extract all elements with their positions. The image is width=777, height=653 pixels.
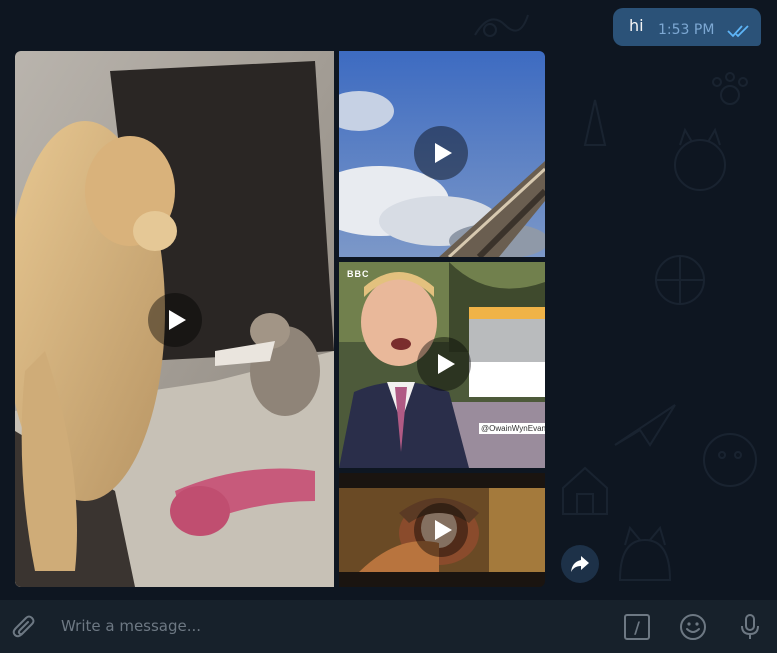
message-text: hi [629,16,644,35]
message-input[interactable] [52,608,592,644]
microphone-icon[interactable] [736,613,764,641]
video-thumbnail-dog-cat[interactable] [15,51,334,587]
play-icon[interactable] [414,126,468,180]
channel-tag: BBC [347,269,370,279]
message-composer: / [0,600,777,653]
media-album: BBC @OwainWynEvans [15,51,545,587]
doodle-cat-icon [660,120,740,204]
play-icon[interactable] [417,337,471,391]
double-check-icon [727,23,751,42]
video-thumbnail-weather[interactable]: BBC @OwainWynEvans [339,262,545,468]
doodle-plane-icon [610,400,680,454]
presenter-handle: @OwainWynEvans [479,423,545,434]
message-time: 1:53 PM [658,22,715,38]
outgoing-message-bubble[interactable]: hi 1:53 PM [613,8,761,46]
doodle-paw-icon [705,70,755,114]
doodle-bat-icon [575,95,615,159]
play-icon[interactable] [414,503,468,557]
video-thumbnail-sky[interactable] [339,51,545,257]
doodle-icon [470,5,530,49]
play-icon[interactable] [148,293,202,347]
video-thumbnail-film[interactable] [339,473,545,587]
doodle-ball-icon [650,250,710,314]
share-arrow-icon[interactable] [561,545,599,583]
paperclip-icon[interactable] [10,613,38,641]
emoji-icon[interactable] [679,613,707,641]
doodle-cat2-icon [610,520,680,594]
doodle-dog-icon [690,420,770,504]
slash-command-icon[interactable]: / [623,613,651,641]
doodle-house-icon [555,460,615,524]
